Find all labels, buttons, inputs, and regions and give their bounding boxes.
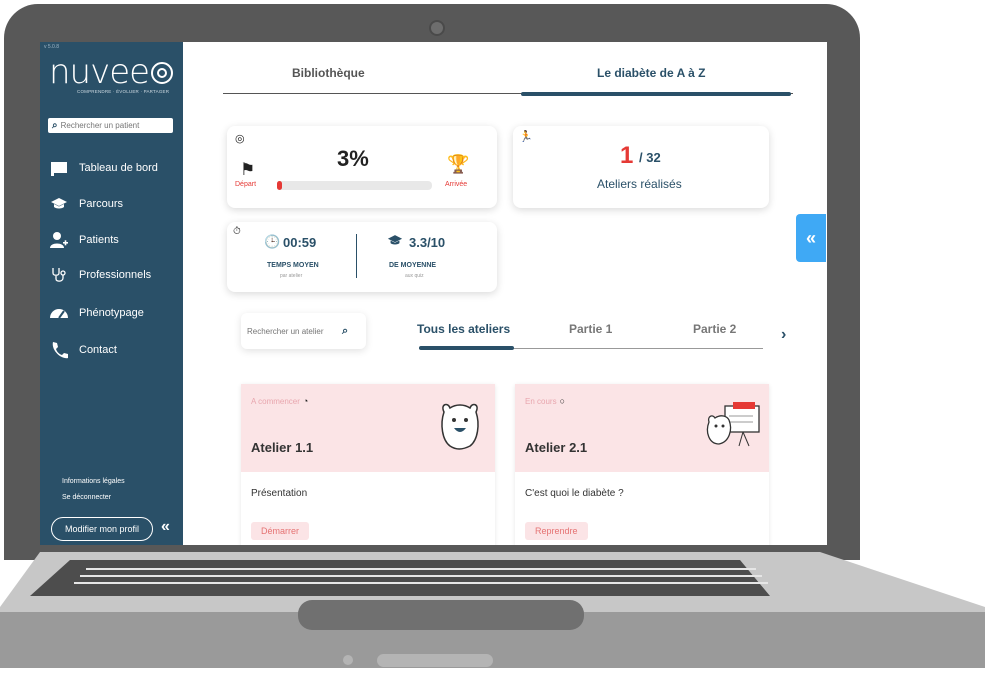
main-content: Bibliothèque Le diabète de A à Z ◎ ⚑ 3% …: [183, 42, 827, 545]
clock-filled-icon: ◔: [302, 396, 309, 406]
sidebar-item-phenotypage[interactable]: Phénotypage: [48, 304, 144, 322]
stethoscope-icon: [48, 266, 70, 284]
atelier-card-header: A commencer ◔ Atelier 1.1: [241, 384, 495, 472]
atelier-search-input[interactable]: [247, 326, 342, 336]
hinge-line: [86, 568, 756, 570]
sidebar-item-label: Contact: [79, 344, 117, 356]
sidebar-item-label: Parcours: [79, 198, 124, 210]
tab-partie-1[interactable]: Partie 1: [569, 322, 612, 336]
sidebar: v 5.0.8 nuvee COMPRENDRE · ÉVOLUER · PAR…: [40, 42, 183, 545]
start-label: Départ: [235, 181, 257, 188]
atelier-card[interactable]: En cours ○ Atelier 2.1 C'est quoi le diab…: [515, 384, 769, 545]
logout-link[interactable]: Se déconnecter: [62, 494, 111, 501]
workshops-done-count: 1: [620, 142, 634, 169]
laptop-foot-dot: [343, 655, 353, 665]
trophy-icon: 🏆: [447, 154, 470, 174]
collapse-sidebar-icon[interactable]: «: [161, 518, 170, 536]
atelier-status: A commencer ◔: [251, 396, 308, 406]
laptop-foot-pill: [377, 654, 493, 667]
atelier-card-header: En cours ○ Atelier 2.1: [515, 384, 769, 472]
sidebar-item-patients[interactable]: Patients: [48, 231, 119, 249]
avg-score-sub: aux quiz: [405, 273, 424, 279]
sidebar-item-contact[interactable]: Contact: [48, 341, 117, 359]
laptop-hinge: [30, 560, 770, 596]
checkered-flag-icon: ⚑: [240, 160, 256, 179]
patient-search[interactable]: ⌕: [48, 118, 173, 133]
start-button[interactable]: Démarrer: [251, 522, 310, 540]
gauge-icon: [48, 304, 70, 322]
avg-score-value: 3.3/10: [409, 235, 446, 250]
add-user-icon: [48, 231, 70, 249]
atelier-search[interactable]: ⌕: [241, 313, 366, 349]
workshops-total: / 32: [639, 150, 661, 165]
sidebar-item-label: Patients: [79, 234, 119, 246]
active-tab-indicator: [521, 92, 791, 96]
progress-track: [277, 181, 432, 190]
version-label: v 5.0.8: [44, 44, 60, 50]
monster-illustration-icon: [441, 403, 479, 450]
logo: nuvee: [49, 52, 150, 92]
atelier-card[interactable]: A commencer ◔ Atelier 1.1 Présentation Dé…: [241, 384, 495, 545]
hinge-line: [80, 575, 762, 577]
tab-bibliotheque[interactable]: Bibliothèque: [292, 66, 365, 80]
atelier-description: Présentation: [251, 488, 308, 499]
tab-partie-2[interactable]: Partie 2: [693, 322, 736, 336]
sidebar-item-label: Professionnels: [79, 269, 152, 281]
avg-time-sub: par atelier: [280, 273, 303, 279]
sidebar-item-label: Tableau de bord: [79, 162, 158, 174]
progress-card: ◎ ⚑ 3% 🏆 Départ Arrivée: [227, 126, 497, 208]
atelier-description: C'est quoi le diabète ?: [525, 488, 624, 499]
stats-divider: [356, 234, 357, 278]
runner-icon: 🏃: [519, 131, 533, 143]
diabetes-board-illustration-icon: [706, 402, 760, 447]
target-icon: ◎: [235, 133, 245, 145]
circle-progress-icon: ○: [559, 396, 566, 406]
atelier-title: Atelier 2.1: [525, 440, 588, 455]
search-icon: ⌕: [52, 120, 58, 131]
touchpad: [298, 600, 584, 630]
graduation-cap-icon: [387, 234, 403, 250]
atelier-status-label: En cours: [525, 397, 557, 406]
tab-tous-les-ateliers[interactable]: Tous les ateliers: [417, 322, 510, 336]
tab-diabete-a-z[interactable]: Le diabète de A à Z: [597, 66, 705, 80]
avg-time-value: 00:59: [283, 235, 317, 250]
sidebar-item-parcours[interactable]: Parcours: [48, 195, 123, 213]
atelier-status: En cours ○: [525, 396, 565, 406]
avg-score-label: DE MOYENNE: [389, 262, 437, 269]
expand-panel-button[interactable]: «: [796, 214, 826, 262]
sidebar-item-label: Phénotypage: [79, 307, 144, 319]
atelier-title: Atelier 1.1: [251, 440, 314, 455]
patient-search-input[interactable]: [60, 121, 161, 130]
progress-percent: 3%: [337, 146, 369, 171]
sidebar-item-professionnels[interactable]: Professionnels: [48, 266, 151, 284]
workshops-done-label: Ateliers réalisés: [597, 177, 682, 191]
legal-link[interactable]: Informations légales: [62, 478, 125, 485]
atelier-status-label: A commencer: [251, 397, 300, 406]
avg-time-label: TEMPS MOYEN: [267, 262, 319, 269]
graduation-cap-icon: [48, 195, 70, 213]
stopwatch-icon: ⏱: [233, 226, 241, 237]
workshops-done-card: 🏃 1 / 32 Ateliers réalisés: [513, 126, 769, 208]
resume-button[interactable]: Reprendre: [525, 522, 588, 540]
logo-tagline: COMPRENDRE · ÉVOLUER · PARTAGER: [77, 89, 170, 94]
app-screen: v 5.0.8 nuvee COMPRENDRE · ÉVOLUER · PAR…: [40, 42, 827, 545]
chevron-right-icon[interactable]: ›: [781, 326, 786, 344]
search-icon[interactable]: ⌕: [342, 325, 348, 338]
dashboard-icon: [48, 159, 70, 177]
phone-icon: [48, 341, 70, 359]
clock-icon: 🕒: [264, 234, 281, 249]
end-label: Arrivée: [445, 181, 468, 188]
stats-card: ⏱ 🕒 00:59 TEMPS MOYEN par atelier 3.3/10…: [227, 222, 497, 292]
sidebar-item-dashboard[interactable]: Tableau de bord: [48, 159, 158, 177]
progress-fill: [277, 181, 282, 190]
camera-icon: [429, 20, 445, 36]
logo-circle-icon: [151, 62, 173, 84]
active-subtab-indicator: [419, 346, 514, 350]
hinge-line: [74, 582, 768, 584]
laptop-lid: v 5.0.8 nuvee COMPRENDRE · ÉVOLUER · PAR…: [4, 4, 860, 560]
edit-profile-button[interactable]: Modifier mon profil: [51, 517, 153, 541]
